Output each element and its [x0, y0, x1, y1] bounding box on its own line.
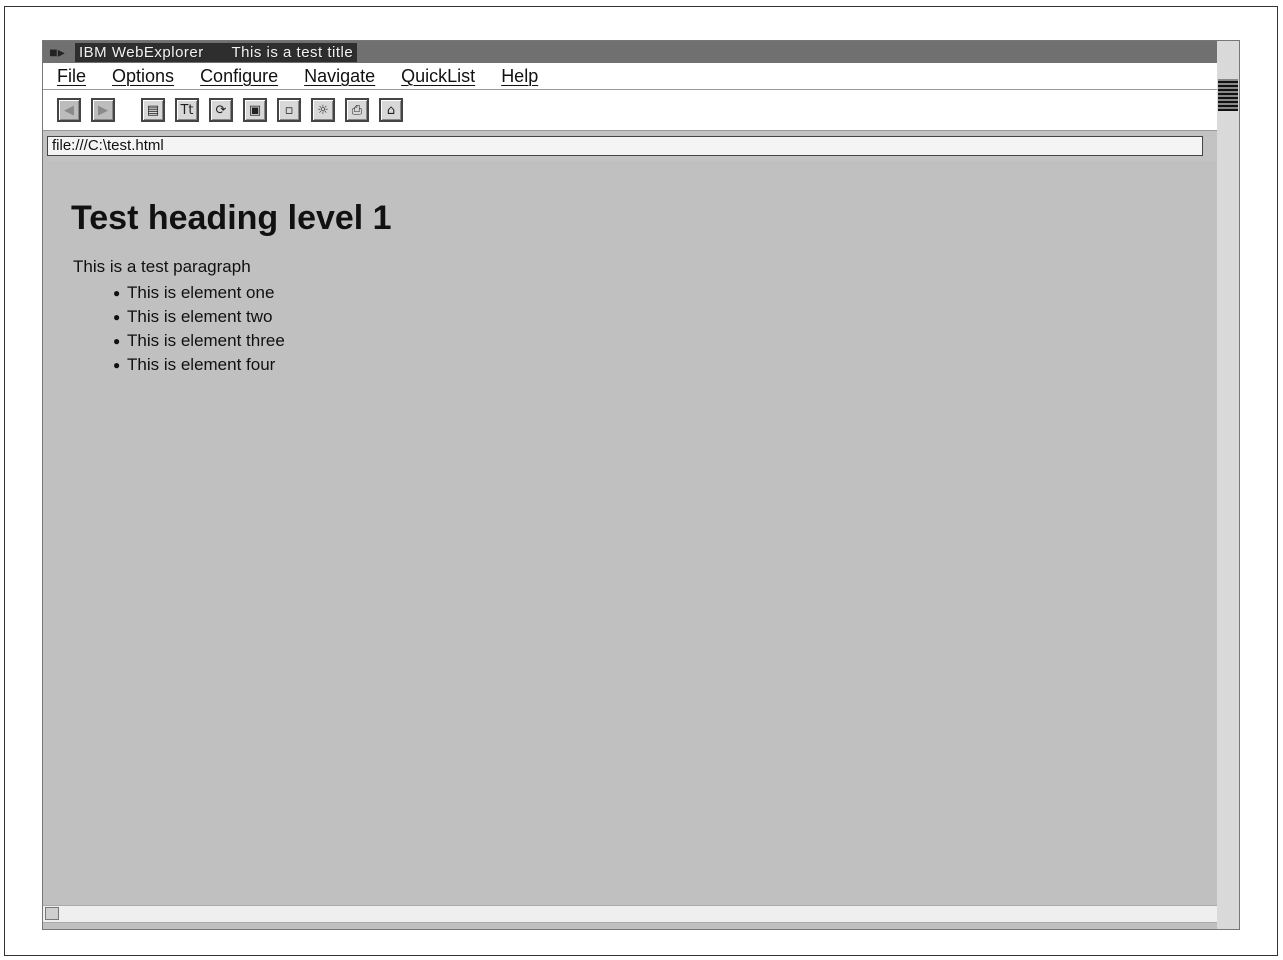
list-item: ● This is element two: [113, 305, 285, 329]
menu-navigate[interactable]: Navigate: [304, 66, 375, 87]
toolbar: ◀ ▶ ▤ Tt ⟳ ▣ ▫ ☼ ⎙ ⌂: [43, 90, 1219, 131]
text-button[interactable]: Tt: [175, 98, 199, 122]
address-bar: file:///C:\test.html: [43, 131, 1219, 161]
system-menu-icon[interactable]: ■▸: [45, 43, 69, 61]
menu-options[interactable]: Options: [112, 66, 174, 87]
back-button[interactable]: ◀: [57, 98, 81, 122]
forward-button[interactable]: ▶: [91, 98, 115, 122]
page-content: Test heading level 1 This is a test para…: [43, 171, 1219, 901]
app-title: IBM WebExplorer: [79, 43, 204, 61]
document-button[interactable]: ▫: [277, 98, 301, 122]
bullet-icon: ●: [113, 286, 121, 300]
list-item: ● This is element one: [113, 281, 285, 305]
screen-button[interactable]: ▤: [141, 98, 165, 122]
list-item-text: This is element two: [127, 307, 273, 326]
forward-icon: ▶: [98, 102, 108, 118]
menu-configure[interactable]: Configure: [200, 66, 278, 87]
map-icon: ▣: [248, 102, 262, 118]
map-button[interactable]: ▣: [243, 98, 267, 122]
bullet-icon: ●: [113, 310, 121, 324]
title-separator: [208, 44, 227, 61]
bullet-icon: ●: [113, 358, 121, 372]
menu-quicklist[interactable]: QuickList: [401, 66, 475, 87]
page-heading: Test heading level 1: [71, 199, 392, 237]
right-edge-strip: [1217, 41, 1239, 929]
url-input[interactable]: file:///C:\test.html: [47, 136, 1203, 156]
menu-bar: File Options Configure Navigate QuickLis…: [43, 63, 1219, 90]
title-bar[interactable]: ■▸ IBM WebExplorer This is a test title: [43, 41, 1219, 63]
list-item-text: This is element one: [127, 283, 275, 302]
window-title: IBM WebExplorer This is a test title: [75, 42, 358, 62]
menu-help[interactable]: Help: [501, 66, 538, 87]
print-button[interactable]: ⎙: [345, 98, 369, 122]
menu-file[interactable]: File: [57, 66, 86, 87]
text-icon: Tt: [180, 102, 194, 118]
bullet-icon: ●: [113, 334, 121, 348]
reload-icon: ⟳: [215, 102, 227, 118]
title-bar-fill: [357, 41, 1219, 63]
list-item: ● This is element four: [113, 353, 285, 377]
browser-window: ■▸ IBM WebExplorer This is a test title …: [42, 40, 1240, 930]
document-title: This is a test title: [231, 43, 354, 61]
scroll-left-button[interactable]: [45, 907, 59, 920]
home-icon: ⌂: [386, 102, 396, 118]
screen-icon: ▤: [146, 102, 160, 118]
page-paragraph: This is a test paragraph: [73, 257, 251, 276]
list-item-text: This is element four: [127, 355, 276, 374]
reload-button[interactable]: ⟳: [209, 98, 233, 122]
print-icon: ⎙: [351, 102, 363, 118]
back-icon: ◀: [64, 102, 74, 118]
bullet-list: ● This is element one ● This is element tw…: [113, 281, 285, 377]
home-button[interactable]: ⌂: [379, 98, 403, 122]
list-item: ● This is element three: [113, 329, 285, 353]
horizontal-scrollbar[interactable]: [43, 905, 1219, 923]
quicklist-icon: ☼: [317, 102, 329, 118]
screen-edge-icon: [1218, 79, 1238, 111]
document-icon: ▫: [284, 102, 294, 118]
list-item-text: This is element three: [127, 331, 285, 350]
quicklist-button[interactable]: ☼: [311, 98, 335, 122]
